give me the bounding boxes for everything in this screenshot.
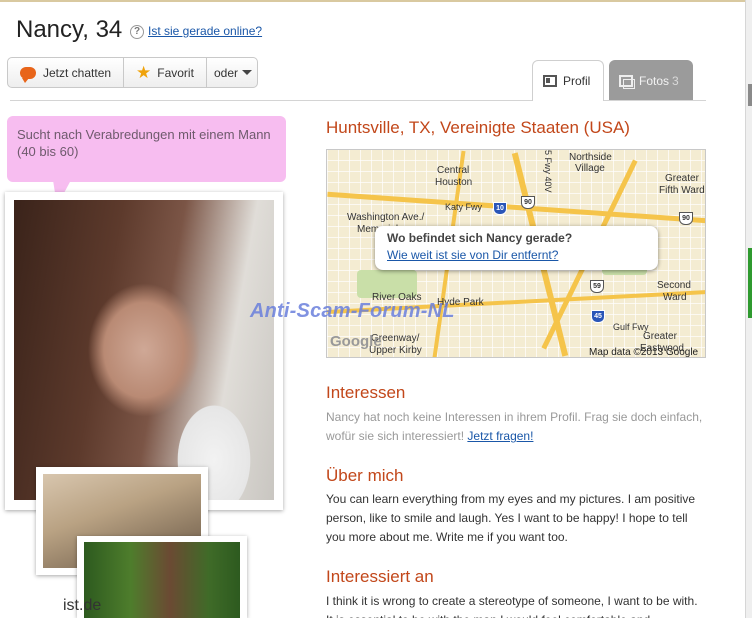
map-info-card: Wo befindet sich Nancy gerade? Wie weit … (375, 226, 658, 270)
domain-watermark: ist.de (63, 597, 102, 614)
map-attribution: Map data ©2013 Google (589, 347, 699, 358)
chat-bubble-icon (20, 66, 36, 83)
google-logo: Google (330, 333, 382, 350)
interested-in-text: I think it is wrong to create a stereoty… (326, 594, 698, 618)
map-label: Second (657, 280, 691, 291)
map-label: Fifth Ward (659, 185, 705, 196)
location-map[interactable]: Northside Village Central Houston Greate… (326, 149, 706, 358)
chat-now-label: Jetzt chatten (43, 65, 112, 80)
map-label: Central (437, 165, 470, 176)
interests-heading: Interessen (326, 383, 406, 402)
action-button-bar: Jetzt chatten ★ Favorit oder (7, 57, 258, 88)
chevron-down-icon (242, 70, 253, 75)
photos-icon (619, 74, 635, 89)
map-label: Katy Fwy (445, 202, 483, 212)
favorite-button[interactable]: ★ Favorit (123, 58, 206, 87)
about-heading: Über mich (326, 466, 404, 485)
more-dropdown-button[interactable]: oder (206, 58, 257, 87)
chat-now-button[interactable]: Jetzt chatten (8, 58, 123, 87)
photo-thumbnail-2[interactable] (77, 536, 247, 618)
map-label: Northside (569, 152, 612, 163)
tab-profil-label: Profil (563, 74, 591, 88)
tab-fotos-label: Fotos (639, 73, 670, 88)
main-photo-frame[interactable] (5, 192, 283, 510)
map-label: Greater (665, 173, 699, 184)
thumbnail-image-2 (84, 542, 240, 618)
interstate-shield: 45 (591, 310, 605, 323)
photo-count-badge: 3 (672, 73, 679, 88)
scrollbar-thumb[interactable] (748, 84, 752, 106)
map-question: Wo befindet sich Nancy gerade? (387, 231, 573, 245)
question-icon[interactable]: ? (130, 25, 144, 39)
distance-link[interactable]: Wie weit ist sie von Dir entfernt? (387, 248, 558, 262)
map-label: 5 Fwy 40V (543, 150, 553, 193)
interests-text: Nancy hat noch keine Interessen in ihrem… (326, 408, 706, 446)
highway-shield: 59 (590, 280, 604, 293)
anti-scam-watermark: Anti-Scam-Forum-NL (250, 300, 455, 322)
favorite-label: Favorit (157, 65, 194, 80)
about-text: You can learn everything from my eyes an… (326, 492, 696, 544)
main-profile-photo[interactable] (14, 200, 274, 500)
profile-card-icon (543, 75, 557, 87)
location-heading: Huntsville, TX, Vereinigte Staaten (USA) (326, 118, 630, 137)
looking-for-bubble: Sucht nach Verabredungen mit einem Mann … (7, 116, 286, 206)
ask-now-link[interactable]: Jetzt fragen! (467, 429, 533, 443)
star-icon: ★ (136, 63, 152, 82)
map-label: Houston (435, 177, 473, 188)
top-divider (0, 0, 752, 2)
map-label: Village (575, 163, 605, 174)
profile-name-age: Nancy, 34 (16, 16, 123, 43)
highway-shield: 90 (679, 212, 693, 225)
highway-shield: 90 (521, 196, 535, 209)
online-status-link[interactable]: Ist sie gerade online? (148, 24, 262, 38)
side-indicator (748, 248, 752, 318)
interested-in-heading: Interessiert an (326, 567, 434, 586)
map-label: Ward (663, 292, 687, 303)
more-label: oder (214, 65, 239, 80)
tab-fotos[interactable]: Fotos 3 (609, 60, 693, 101)
map-label: Washington Ave./ (347, 212, 425, 223)
map-label: Gulf Fwy (613, 322, 649, 332)
interstate-shield: 10 (493, 202, 507, 215)
tab-profil[interactable]: Profil (532, 60, 604, 101)
